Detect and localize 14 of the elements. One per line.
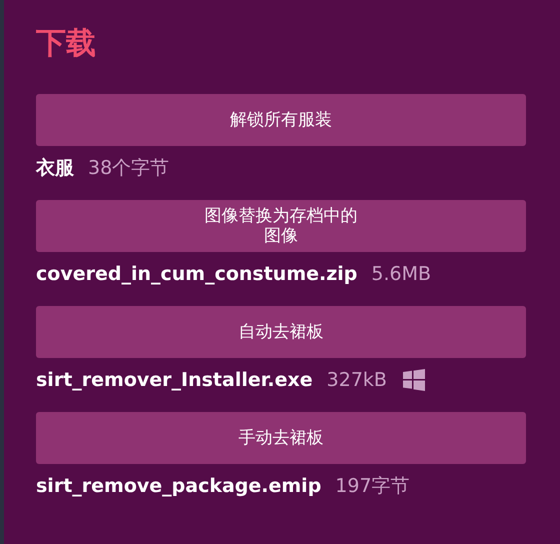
- file-size: 5.6MB: [371, 262, 432, 287]
- file-size: 38个字节: [88, 156, 170, 181]
- windows-icon: [402, 369, 425, 391]
- download-button[interactable]: 自动去裙板: [36, 306, 526, 358]
- download-button[interactable]: 解锁所有服装: [36, 94, 526, 146]
- file-size: 197字节: [335, 474, 410, 499]
- file-name: 衣服: [36, 156, 74, 181]
- download-button[interactable]: 手动去裙板: [36, 412, 526, 464]
- file-name: sirt_remover_Installer.exe: [36, 368, 313, 393]
- file-size: 327kB: [326, 368, 387, 393]
- file-name: covered_in_cum_constume.zip: [36, 262, 358, 287]
- download-button[interactable]: 图像替换为存档中的图像: [36, 200, 526, 252]
- panel-title: 下载: [36, 25, 96, 63]
- file-name: sirt_remove_package.emip: [36, 474, 322, 499]
